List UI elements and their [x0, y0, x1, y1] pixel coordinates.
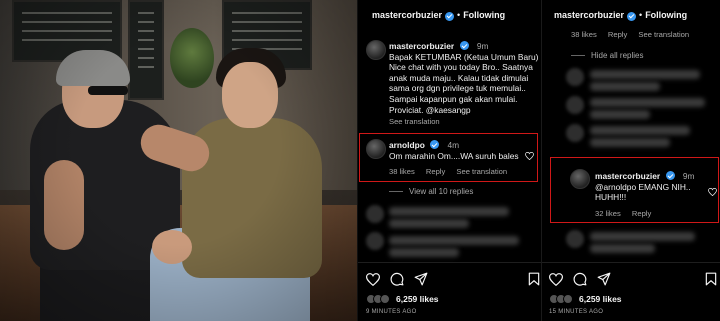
verified-badge-icon: [430, 140, 440, 149]
liked-by-avatars: [549, 294, 573, 304]
comment-username[interactable]: arnoldpo: [389, 140, 425, 150]
liked-by-avatars: [366, 294, 390, 304]
caption-line: Proviciat. @kaesangp: [389, 104, 471, 115]
share-icon[interactable]: [414, 272, 428, 286]
blurred-avatar: [566, 124, 584, 142]
reply-avatar[interactable]: [570, 169, 590, 189]
comment-meta: 38 likes Reply See translation: [571, 30, 698, 39]
likes-count[interactable]: 6,259 likes: [579, 294, 622, 304]
hide-replies-link[interactable]: Hide all replies: [571, 51, 643, 60]
blurred-avatar: [566, 68, 584, 86]
post-actions: [366, 272, 438, 286]
comment-text: Om marahin Om....WA suruh bales: [389, 150, 519, 161]
blurred-comment: [590, 70, 700, 79]
reply-button[interactable]: Reply: [632, 209, 651, 218]
blurred-comment: [389, 219, 469, 228]
blurred-avatar: [566, 230, 584, 248]
caption-line: Nice chat with you today Bro.. Saatnya: [389, 62, 533, 73]
reply-text: HUHH!!!: [595, 192, 627, 203]
heart-icon[interactable]: [525, 152, 534, 160]
blurred-comment: [590, 98, 705, 107]
blurred-comment: [389, 248, 459, 257]
bookmark-icon[interactable]: [528, 272, 540, 286]
header-separator: •: [457, 10, 461, 20]
reply-comment: mastercorbuzier 9m @arnoldpo EMANG NIH..…: [595, 170, 710, 203]
blurred-comment: [590, 126, 690, 135]
blurred-comment: [389, 207, 509, 216]
divider: [542, 262, 720, 263]
see-translation-link[interactable]: See translation: [389, 117, 440, 126]
post-time-ago: 15 MINUTES AGO: [549, 309, 604, 315]
header-separator: •: [639, 10, 643, 20]
blurred-avatar: [366, 232, 384, 250]
blurred-comment: [590, 110, 650, 119]
caption-line: Sampai kapanpun gak akan mulai.: [389, 93, 518, 104]
blurred-avatar: [566, 96, 584, 114]
caption-meta: See translation: [389, 117, 449, 126]
caption: mastercorbuzier 9m Bapak KETUMBAR (Ketua…: [389, 40, 539, 115]
post-header: mastercorbuzier • Following: [542, 0, 720, 30]
bookmark-icon[interactable]: [705, 272, 717, 286]
blurred-avatar: [366, 205, 384, 223]
caption-avatar[interactable]: [366, 40, 386, 60]
verified-badge-icon: [627, 11, 637, 21]
blurred-comment: [590, 82, 660, 91]
reply-meta: 32 likes Reply: [595, 209, 660, 218]
see-translation-link[interactable]: See translation: [456, 167, 507, 176]
header-username[interactable]: mastercorbuzier: [372, 10, 442, 20]
following-button[interactable]: Following: [645, 10, 687, 20]
comment-meta: 38 likes Reply See translation: [389, 167, 516, 176]
post-time-ago: 9 MINUTES AGO: [366, 309, 417, 315]
verified-badge-icon: [665, 171, 675, 180]
share-icon[interactable]: [597, 272, 611, 286]
blurred-comment: [590, 244, 655, 253]
reply-likes[interactable]: 32 likes: [595, 209, 621, 218]
verified-badge-icon: [445, 11, 455, 21]
caption-line: sama org dgn privilege tuk memulai..: [389, 83, 526, 94]
heart-icon[interactable]: [549, 272, 563, 286]
caption-time: 9m: [476, 41, 489, 51]
blurred-comment: [590, 138, 670, 147]
post-header: mastercorbuzier • Following: [358, 0, 541, 30]
heart-icon[interactable]: [366, 272, 380, 286]
comment: arnoldpo 4m Om marahin Om....WA suruh ba…: [389, 139, 529, 161]
reply-text: @arnoldpo EMANG NIH..: [595, 181, 691, 192]
view-replies-link[interactable]: View all 10 replies: [389, 187, 473, 196]
post-photo: [0, 0, 357, 321]
blurred-comment: [590, 232, 695, 241]
post-actions: [549, 272, 621, 286]
comment-icon[interactable]: [390, 272, 404, 286]
photo-vignette: [0, 0, 357, 321]
comments-panel-left: mastercorbuzier • Following mastercorbuz…: [357, 0, 541, 321]
comment-avatar[interactable]: [366, 139, 386, 159]
blurred-comment: [389, 236, 519, 245]
header-username[interactable]: mastercorbuzier: [554, 10, 624, 20]
comment-time: 4m: [447, 140, 460, 150]
comment-icon[interactable]: [573, 272, 587, 286]
reply-button[interactable]: Reply: [608, 30, 627, 39]
caption-line: anak muda maju.. Kalau tidak dimulai: [389, 72, 529, 83]
likes-count[interactable]: 6,259 likes: [396, 294, 439, 304]
heart-icon[interactable]: [708, 188, 717, 196]
following-button[interactable]: Following: [463, 10, 505, 20]
reply-button[interactable]: Reply: [426, 167, 445, 176]
see-translation-link[interactable]: See translation: [638, 30, 689, 39]
comment-likes[interactable]: 38 likes: [571, 30, 597, 39]
reply-time: 9m: [682, 171, 695, 181]
caption-line: Bapak KETUMBAR (Ketua Umum Baru): [389, 51, 539, 62]
caption-username[interactable]: mastercorbuzier: [389, 41, 454, 51]
reply-username[interactable]: mastercorbuzier: [595, 171, 660, 181]
comments-panel-right: mastercorbuzier • Following 38 likes Rep…: [541, 0, 720, 321]
comment-likes[interactable]: 38 likes: [389, 167, 415, 176]
verified-badge-icon: [459, 41, 469, 50]
divider: [358, 262, 541, 263]
